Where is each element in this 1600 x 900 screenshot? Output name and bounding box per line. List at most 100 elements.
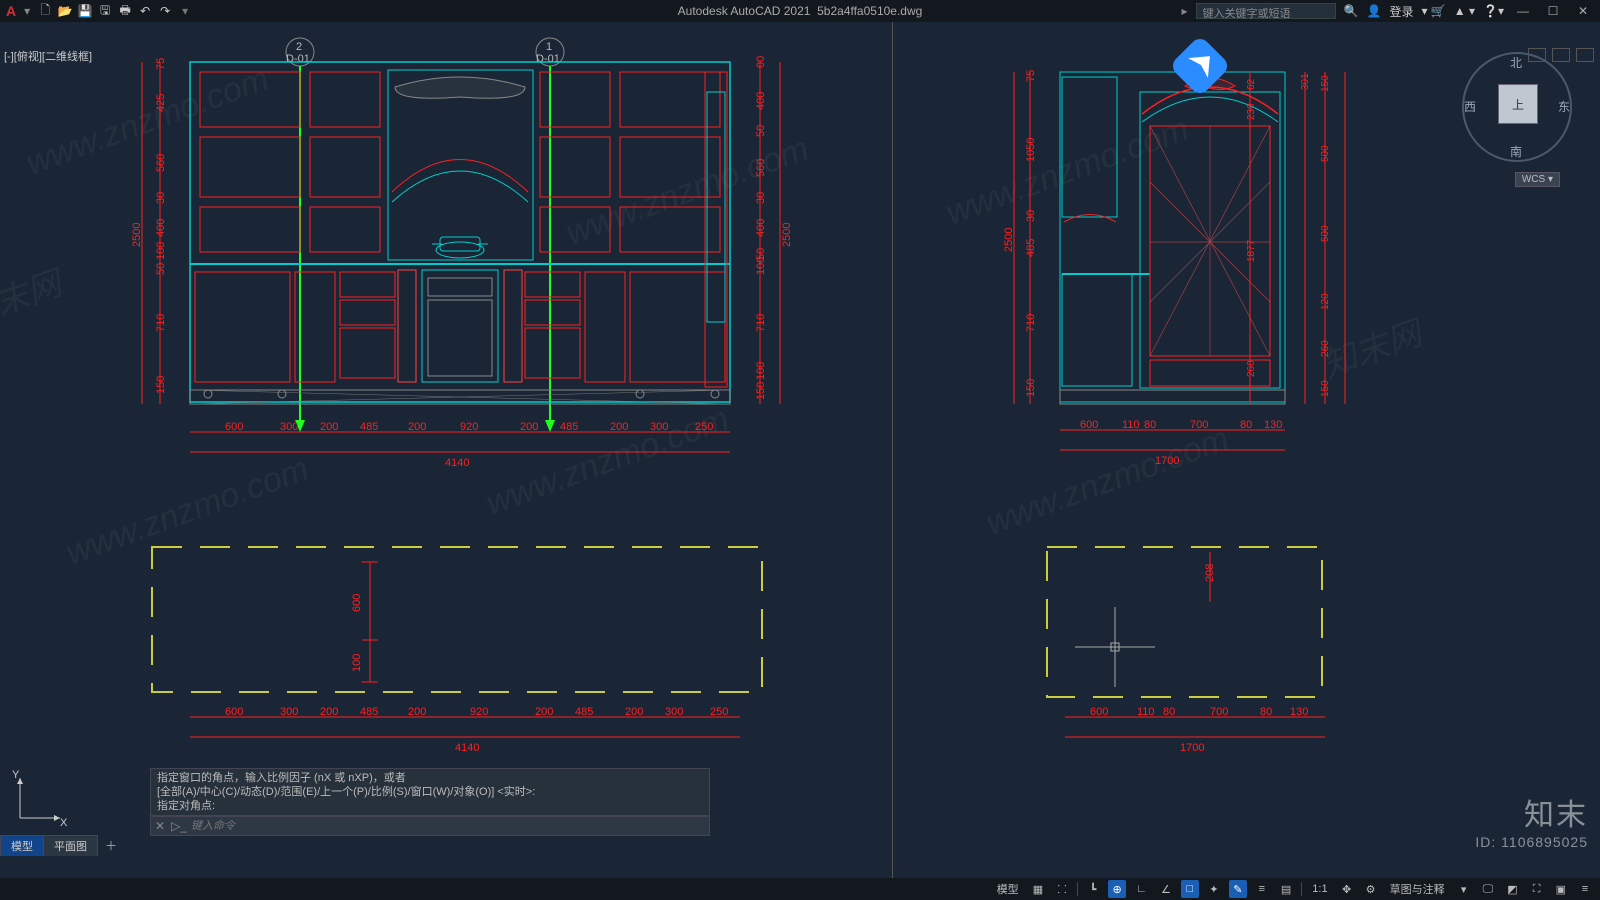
vp-close-icon[interactable]	[1576, 48, 1594, 62]
viewcube-south[interactable]: 南	[1510, 143, 1522, 160]
viewport-controls[interactable]: [-][俯视][二维线框]	[4, 48, 92, 64]
svg-text:1050: 1050	[1025, 138, 1037, 162]
command-history: 指定窗口的角点，输入比例因子 (nX 或 nXP)，或者 [全部(A)/中心(C…	[150, 768, 710, 816]
search-icon[interactable]: 🔍	[1344, 4, 1359, 18]
svg-text:150: 150	[755, 382, 767, 400]
tab-model[interactable]: 模型	[0, 835, 44, 856]
drawing-canvas[interactable]: [-][俯视][二维线框] www.znzmo.com 知末网 www.znzm…	[0, 22, 1600, 878]
isolate-icon[interactable]: ◩	[1503, 880, 1521, 898]
svg-text:485: 485	[360, 706, 378, 718]
svg-text:400: 400	[755, 219, 767, 237]
svg-text:200: 200	[610, 421, 628, 433]
svg-text:250: 250	[695, 421, 713, 433]
svg-text:130: 130	[1264, 419, 1282, 431]
svg-text:200: 200	[320, 421, 338, 433]
customize-icon[interactable]: ≡	[1576, 880, 1594, 898]
app-share-icon[interactable]: ▲ ▾	[1454, 4, 1475, 18]
login-label[interactable]: 登录	[1389, 3, 1413, 20]
svg-text:1700: 1700	[1180, 742, 1204, 754]
svg-text:700: 700	[1190, 419, 1208, 431]
plot-icon[interactable]: 🖶	[116, 2, 134, 20]
search-input[interactable]: 键入关键字或短语	[1196, 3, 1336, 19]
workspace-label[interactable]: 草图与注释	[1386, 880, 1449, 898]
svg-text:300: 300	[650, 421, 668, 433]
status-model[interactable]: 模型	[993, 880, 1023, 898]
qat-more-icon[interactable]: ▾	[176, 2, 194, 20]
svg-text:150: 150	[155, 376, 167, 394]
snap-icon[interactable]: ⸬	[1053, 880, 1071, 898]
wcs-badge[interactable]: WCS ▾	[1515, 172, 1560, 187]
plan-a: 600 100 600 300 200 485 200 920 200 485 …	[140, 532, 800, 762]
3dosnap-icon[interactable]: ✦	[1205, 880, 1223, 898]
svg-text:485: 485	[1025, 239, 1037, 257]
command-input[interactable]	[191, 820, 705, 832]
svg-text:200: 200	[520, 421, 538, 433]
undo-icon[interactable]: ↶	[136, 2, 154, 20]
status-bar: 模型 ▦ ⸬ ┗ ⊕ ∟ ∠ □ ✦ ✎ ≡ ▤ 1:1 ✥ ⚙ 草图与注释 ▾…	[0, 878, 1600, 900]
qat-dropdown-icon[interactable]: ▾	[24, 4, 30, 18]
grid-icon[interactable]: ▦	[1029, 880, 1047, 898]
svg-text:110: 110	[1137, 706, 1155, 718]
svg-text:D-01: D-01	[536, 53, 560, 65]
chevron-right-icon: ▷_	[171, 819, 187, 833]
osnap-icon[interactable]: □	[1181, 880, 1199, 898]
tab-add-button[interactable]: ＋	[97, 835, 125, 856]
svg-text:300: 300	[280, 706, 298, 718]
svg-text:30: 30	[755, 192, 767, 204]
viewcube-east[interactable]: 东	[1558, 98, 1570, 115]
viewcube-west[interactable]: 西	[1464, 98, 1476, 115]
svg-text:710: 710	[155, 314, 167, 332]
close-button[interactable]: ✕	[1572, 3, 1594, 19]
svg-text:00: 00	[755, 56, 767, 68]
dyn-icon[interactable]: ✎	[1229, 880, 1247, 898]
open-icon[interactable]: 📂	[56, 2, 74, 20]
workspace-dropdown-icon[interactable]: ▾	[1455, 880, 1473, 898]
svg-text:301: 301	[1300, 73, 1311, 90]
infocenter-arrow-icon[interactable]: ▸	[1182, 4, 1188, 18]
ucs-icon: X Y	[10, 768, 70, 828]
elevation-b: 600 110 80 700 80 130 1700 75 1050 30 48…	[1000, 42, 1370, 472]
gear-icon[interactable]: ⚙	[1362, 880, 1380, 898]
cmd-close-icon[interactable]: ✕	[155, 819, 165, 833]
viewcube[interactable]: 上 北 南 东 西	[1462, 52, 1572, 162]
cart-icon[interactable]: ▾ 🛒	[1421, 4, 1445, 18]
svg-text:200: 200	[320, 706, 338, 718]
viewcube-top[interactable]: 上	[1498, 84, 1538, 124]
save-icon[interactable]: 💾	[76, 2, 94, 20]
help-icon[interactable]: ❔▾	[1483, 4, 1504, 18]
svg-text:400: 400	[755, 92, 767, 110]
plan-b: 208 600 110 80 700 80 130 1700	[1035, 532, 1355, 762]
saveas-icon[interactable]: 🖫	[96, 2, 114, 20]
minimize-button[interactable]: —	[1512, 3, 1534, 19]
viewcube-north[interactable]: 北	[1510, 54, 1522, 71]
annot-scale-icon[interactable]: ✥	[1338, 880, 1356, 898]
svg-text:200: 200	[535, 706, 553, 718]
svg-text:200: 200	[408, 706, 426, 718]
tab-layout[interactable]: 平面图	[43, 835, 98, 856]
ortho-icon[interactable]: ∟	[1132, 880, 1151, 898]
svg-text:2500: 2500	[1003, 228, 1015, 252]
lwt-icon[interactable]: ≡	[1253, 880, 1271, 898]
clean-icon[interactable]: ▣	[1552, 880, 1570, 898]
svg-text:920: 920	[470, 706, 488, 718]
svg-text:2: 2	[296, 41, 302, 53]
otrack-icon[interactable]: ∠	[1157, 880, 1175, 898]
maximize-button[interactable]: ☐	[1542, 3, 1564, 19]
watermark: 知末网	[0, 256, 67, 337]
svg-text:62: 62	[1246, 78, 1257, 90]
command-line[interactable]: 指定窗口的角点，输入比例因子 (nX 或 nXP)，或者 [全部(A)/中心(C…	[150, 768, 710, 836]
user-icon[interactable]: 👤	[1367, 4, 1382, 18]
svg-text:1877: 1877	[1246, 239, 1257, 262]
hardware-icon[interactable]: ⛶	[1528, 880, 1546, 898]
scale-label[interactable]: 1:1	[1308, 880, 1331, 898]
polar-icon[interactable]: ⊕	[1108, 880, 1126, 898]
svg-text:80: 80	[1163, 706, 1175, 718]
infer-icon[interactable]: ┗	[1084, 880, 1102, 898]
monitor-icon[interactable]: 🖵	[1479, 880, 1498, 898]
elevation-a: 2 D-01 1 D-01	[130, 32, 810, 482]
svg-text:710: 710	[755, 314, 767, 332]
transp-icon[interactable]: ▤	[1277, 880, 1295, 898]
redo-icon[interactable]: ↷	[156, 2, 174, 20]
svg-text:300: 300	[280, 421, 298, 433]
new-icon[interactable]: 🗋	[36, 2, 54, 20]
